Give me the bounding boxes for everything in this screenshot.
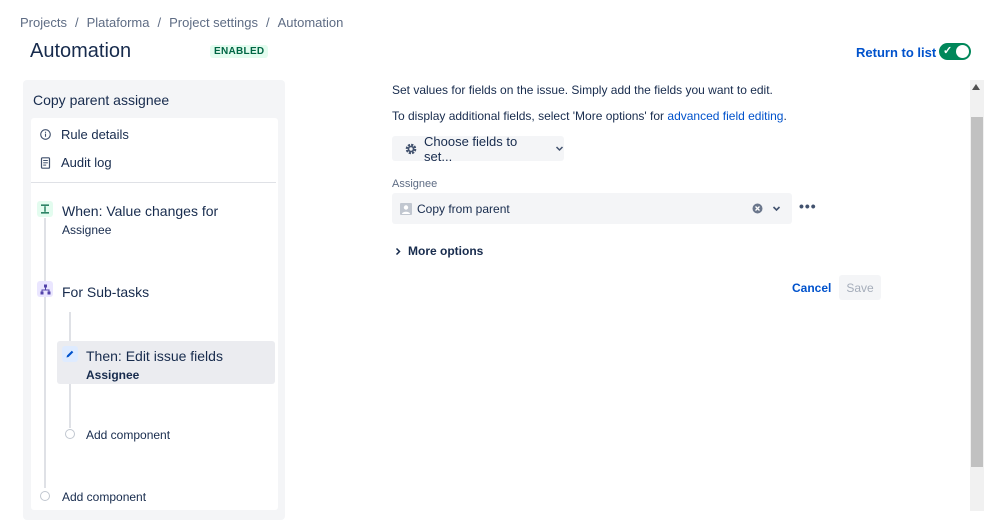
chevron-down-icon xyxy=(555,144,564,153)
breadcrumb-projects[interactable]: Projects xyxy=(20,15,67,30)
page-title: Automation xyxy=(30,40,132,62)
document-icon xyxy=(40,156,51,169)
scroll-up-arrow-icon[interactable] xyxy=(972,84,980,90)
clear-icon[interactable] xyxy=(752,203,763,214)
avatar-icon xyxy=(400,202,412,215)
assignee-value: Copy from parent xyxy=(417,201,510,216)
divider xyxy=(31,182,276,183)
trigger-subtitle: Assignee xyxy=(62,223,112,237)
more-actions-icon[interactable]: ••• xyxy=(799,198,817,214)
branch-icon xyxy=(37,281,53,297)
check-icon: ✓ xyxy=(943,45,953,57)
more-options-label: More options xyxy=(408,244,484,258)
menu-item-audit-log[interactable]: Audit log xyxy=(40,155,112,170)
description-text: To display additional fields, select 'Mo… xyxy=(392,109,668,123)
rule-name: Copy parent assignee xyxy=(33,92,170,108)
add-component-outer[interactable]: Add component xyxy=(62,490,146,504)
save-button[interactable]: Save xyxy=(839,275,881,300)
assignee-label: Assignee xyxy=(392,178,438,190)
action-title: Then: Edit issue fields xyxy=(86,348,223,364)
breadcrumb-separator: / xyxy=(157,15,162,30)
editor-description-advanced: To display additional fields, select 'Mo… xyxy=(392,109,787,123)
choose-fields-label: Choose fields to set... xyxy=(424,133,518,164)
rule-enabled-toggle[interactable]: ✓ xyxy=(939,43,971,60)
add-component-dot xyxy=(40,491,50,501)
choose-fields-button[interactable]: Choose fields to set... xyxy=(392,133,564,164)
add-component-dot xyxy=(65,429,75,439)
description-suffix: . xyxy=(783,109,787,123)
breadcrumb-separator: / xyxy=(265,15,270,30)
add-component-inner[interactable]: Add component xyxy=(86,428,170,442)
breadcrumb-project-settings[interactable]: Project settings xyxy=(169,15,258,30)
trigger-step[interactable]: When: Value changes for Assignee xyxy=(62,203,218,237)
cancel-button[interactable]: Cancel xyxy=(792,281,831,295)
flow-line xyxy=(44,218,46,488)
status-badge: ENABLED xyxy=(210,45,269,58)
menu-item-label: Audit log xyxy=(61,155,112,170)
info-icon xyxy=(40,129,51,140)
scrollbar-thumb[interactable] xyxy=(971,117,983,467)
action-subtitle: Assignee xyxy=(86,368,140,382)
editor-description: Set values for fields on the issue. Simp… xyxy=(392,83,773,97)
branch-step[interactable]: For Sub-tasks xyxy=(62,284,149,300)
menu-item-label: Rule details xyxy=(61,127,129,142)
breadcrumb-plataforma[interactable]: Plataforma xyxy=(87,15,150,30)
assignee-select[interactable]: Copy from parent xyxy=(392,193,792,224)
chevron-right-icon xyxy=(394,247,402,256)
chevron-down-icon[interactable] xyxy=(772,204,781,213)
toggle-knob xyxy=(956,45,969,58)
breadcrumb-separator: / xyxy=(74,15,79,30)
return-to-list-link[interactable]: Return to list xyxy=(856,45,936,60)
breadcrumb: Projects / Plataforma / Project settings… xyxy=(20,15,343,30)
trigger-title: When: Value changes for xyxy=(62,203,219,219)
action-step-text: Then: Edit issue fields Assignee xyxy=(86,348,223,382)
gear-icon xyxy=(404,142,418,156)
advanced-field-editing-link[interactable]: advanced field editing xyxy=(667,109,783,123)
more-options-toggle[interactable]: More options xyxy=(394,244,483,258)
value-change-icon xyxy=(37,201,53,217)
breadcrumb-automation[interactable]: Automation xyxy=(278,15,344,30)
pencil-icon xyxy=(62,346,78,362)
menu-item-rule-details[interactable]: Rule details xyxy=(40,127,129,142)
